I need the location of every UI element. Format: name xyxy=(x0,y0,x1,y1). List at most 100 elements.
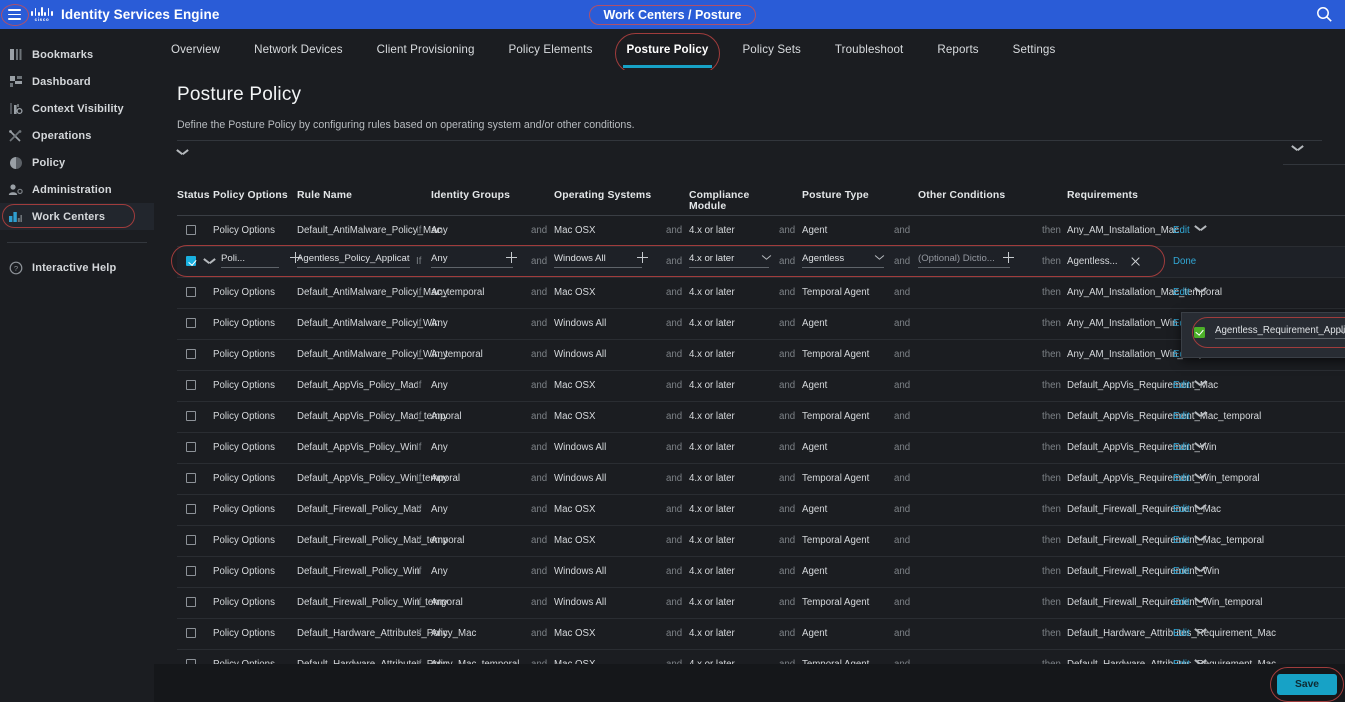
row-checkbox[interactable] xyxy=(186,225,196,235)
table-row: Policy Options Default_AppVis_Policy_Mac_… xyxy=(177,402,1345,433)
identity-groups-input[interactable]: Any xyxy=(431,253,513,268)
row-checkbox[interactable] xyxy=(186,442,196,452)
other-conditions-editor[interactable]: (Optional) Dictio... xyxy=(918,247,1042,268)
close-x-icon[interactable] xyxy=(1130,256,1141,267)
save-button[interactable]: Save xyxy=(1277,674,1337,695)
green-check-checkbox-icon[interactable] xyxy=(1194,326,1205,338)
chevron-down-icon[interactable] xyxy=(1195,473,1206,480)
row-checkbox[interactable] xyxy=(186,597,196,607)
plus-icon[interactable] xyxy=(1003,252,1014,263)
sidebar-item-bookmarks[interactable]: Bookmarks xyxy=(0,41,154,68)
edit-button[interactable]: Edit xyxy=(1173,495,1233,515)
edit-button[interactable]: Edit xyxy=(1173,557,1233,577)
sidebar-item-operations[interactable]: Operations xyxy=(0,122,154,149)
conjunction-and: and xyxy=(666,411,683,422)
row-checkbox[interactable] xyxy=(186,349,196,359)
chevron-down-icon[interactable] xyxy=(1195,597,1206,604)
conjunction-if: If xyxy=(416,225,422,236)
rule-name-editor[interactable]: Agentless_Policy_Applicatio xyxy=(297,247,416,273)
operating-systems-input[interactable]: Windows All xyxy=(554,253,642,268)
policy-options-editor[interactable]: Poli... xyxy=(213,247,301,268)
row-status-cell xyxy=(177,495,213,514)
search-icon[interactable] xyxy=(1316,6,1333,23)
edit-button[interactable]: Edit xyxy=(1173,588,1233,608)
row-checkbox[interactable] xyxy=(186,473,196,483)
tab-posture-policy[interactable]: Posture Policy xyxy=(610,29,726,74)
sidebar-item-policy[interactable]: Policy xyxy=(0,149,154,176)
edit-button[interactable]: Edit xyxy=(1173,464,1233,484)
row-checkbox[interactable] xyxy=(186,380,196,390)
requirement-select[interactable]: Agentless_Requirement_Appli xyxy=(1215,325,1345,339)
tab-reports[interactable]: Reports xyxy=(920,29,995,70)
sidebar-item-work-centers[interactable]: Work Centers xyxy=(0,203,154,230)
row-checkbox[interactable] xyxy=(186,628,196,638)
posture-type-value: Temporal Agent xyxy=(802,650,894,664)
sidebar-item-label: Bookmarks xyxy=(32,48,94,61)
row-checkbox[interactable] xyxy=(186,287,196,297)
plus-icon[interactable] xyxy=(506,252,517,263)
conjunction-and: and xyxy=(894,225,911,236)
chevron-down-icon[interactable] xyxy=(1195,628,1206,635)
row-checkbox[interactable] xyxy=(186,504,196,514)
chevron-down-icon[interactable] xyxy=(875,255,884,261)
compliance-module-select[interactable]: 4.x or later xyxy=(689,253,769,268)
column-header-rule-name: Rule Name xyxy=(297,190,353,201)
edit-button[interactable]: Edit xyxy=(1173,278,1233,298)
chevron-down-icon[interactable] xyxy=(1195,225,1206,232)
row-status-cell xyxy=(177,619,213,638)
sidebar-item-dashboard[interactable]: Dashboard xyxy=(0,68,154,95)
chevron-down-icon[interactable] xyxy=(1195,287,1206,294)
posture-type-editor[interactable]: Agentless xyxy=(802,247,894,268)
other-conditions-input[interactable]: (Optional) Dictio... xyxy=(918,253,1010,268)
edit-button[interactable]: Edit xyxy=(1173,371,1233,391)
chevron-down-icon[interactable] xyxy=(1195,442,1206,449)
identity-groups-editor[interactable]: Any xyxy=(431,247,531,268)
row-checkbox[interactable] xyxy=(186,411,196,421)
compliance-module-editor[interactable]: 4.x or later xyxy=(689,247,779,268)
tab-policy-elements[interactable]: Policy Elements xyxy=(492,29,610,70)
sidebar-item-administration[interactable]: Administration xyxy=(0,176,154,203)
posture-type-value: Temporal Agent xyxy=(802,535,870,546)
plus-icon[interactable] xyxy=(637,252,648,263)
conjunction-and: and xyxy=(894,442,911,453)
conjunction-then: then xyxy=(1042,473,1061,484)
operating-systems-editor[interactable]: Windows All xyxy=(554,247,666,268)
edit-button[interactable]: Edit xyxy=(1173,402,1233,422)
chevron-down-icon[interactable] xyxy=(1292,145,1303,152)
rule-name-input[interactable]: Agentless_Policy_Applicatio xyxy=(297,253,410,268)
chevron-down-icon[interactable] xyxy=(1195,566,1206,573)
requirements-editor[interactable]: Agentless... xyxy=(1067,247,1173,267)
edit-button[interactable]: Edit xyxy=(1173,526,1233,546)
chevron-down-icon[interactable] xyxy=(204,258,215,265)
tab-overview[interactable]: Overview xyxy=(154,29,237,70)
tab-client-provisioning[interactable]: Client Provisioning xyxy=(360,29,492,70)
policy-options-input[interactable]: Poli... xyxy=(221,253,279,268)
chevron-down-icon[interactable] xyxy=(762,255,771,261)
chevron-down-icon[interactable] xyxy=(177,149,188,156)
requirement-dropdown-item[interactable]: Agentless_Requirement_Appli xyxy=(1192,317,1345,348)
sidebar-item-interactive-help[interactable]: ? Interactive Help xyxy=(0,254,154,281)
edit-button[interactable]: Edit xyxy=(1173,216,1233,236)
chevron-down-icon[interactable] xyxy=(1195,411,1206,418)
tab-settings[interactable]: Settings xyxy=(996,29,1073,70)
chevron-down-icon[interactable] xyxy=(1195,504,1206,511)
tab-network-devices[interactable]: Network Devices xyxy=(237,29,359,70)
row-checkbox[interactable] xyxy=(186,566,196,576)
chevron-down-icon[interactable] xyxy=(1195,535,1206,542)
tab-troubleshoot[interactable]: Troubleshoot xyxy=(818,29,920,70)
hamburger-menu-icon[interactable] xyxy=(1,4,29,26)
row-checkbox[interactable] xyxy=(186,256,196,266)
posture-type-select[interactable]: Agentless xyxy=(802,253,884,268)
edit-button[interactable]: Edit xyxy=(1173,619,1233,639)
row-checkbox[interactable] xyxy=(186,318,196,328)
chevron-down-icon[interactable] xyxy=(1339,329,1345,335)
conjunction-if: If xyxy=(416,535,422,546)
edit-button[interactable]: Edit xyxy=(1173,433,1233,453)
posture-type-value: Temporal Agent xyxy=(802,349,870,360)
chevron-down-icon[interactable] xyxy=(1195,380,1206,387)
sidebar-item-context-visibility[interactable]: Context Visibility xyxy=(0,95,154,122)
done-button[interactable]: Done xyxy=(1173,247,1233,267)
edit-button[interactable]: Edit xyxy=(1173,650,1233,664)
tab-policy-sets[interactable]: Policy Sets xyxy=(725,29,817,70)
row-checkbox[interactable] xyxy=(186,535,196,545)
